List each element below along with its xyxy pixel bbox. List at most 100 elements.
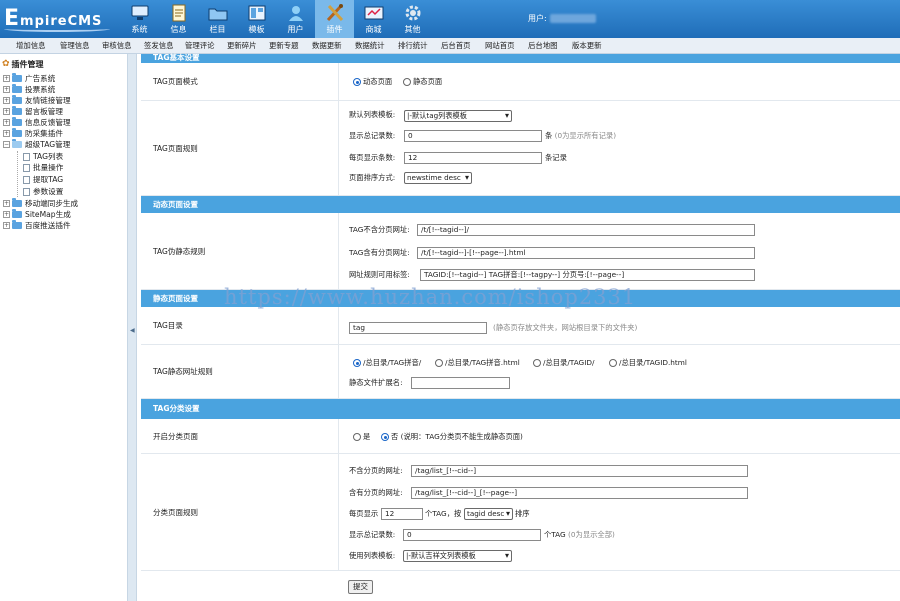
url-tags-input[interactable]: TAGID:[!--tagid--] TAG拼音:[!--tagpy--] 分页…: [420, 269, 755, 281]
sidebar-item-feedback[interactable]: + 信息反馈管理: [3, 117, 71, 128]
sidebar-item-supertag[interactable]: − 超级TAG管理: [3, 139, 70, 150]
shop-icon: [354, 2, 393, 24]
nav-shop[interactable]: 商城: [354, 0, 393, 38]
cat-nopage-input[interactable]: /tag/list_[!--cid--]: [411, 465, 748, 477]
static-rule-opt2[interactable]: /总目录/TAG拼音.html: [435, 358, 520, 368]
nav-column[interactable]: 栏目: [198, 0, 237, 38]
topmenu-item[interactable]: 网站首页: [485, 38, 528, 54]
default-template-select[interactable]: |-默认tag列表模板: [404, 110, 512, 122]
topmenu-item[interactable]: 后台地图: [528, 38, 572, 54]
mode-static-radio[interactable]: 静态页面: [403, 77, 442, 87]
topmenu-item[interactable]: 签发信息: [144, 38, 185, 54]
topmenu-item[interactable]: 排行统计: [398, 38, 441, 54]
radio-unchecked[interactable]: [403, 78, 411, 86]
page-url-input[interactable]: /t/[!--tagid--]-[!--page--].html: [417, 247, 755, 259]
category-yes-radio[interactable]: 是: [353, 432, 370, 442]
radio-unchecked[interactable]: [533, 359, 541, 367]
folder-icon: [12, 117, 22, 126]
static-rule-opt4[interactable]: /总目录/TAGID.html: [609, 358, 687, 368]
topmenu-item[interactable]: 后台首页: [441, 38, 485, 54]
sidebar-subitem-taglist[interactable]: TAG列表: [23, 151, 63, 162]
app-window: EmpireCMS 系统 信息 栏目 模板 用户 插件 商城 其他 用户: 增加…: [0, 0, 900, 601]
radio-checked[interactable]: [381, 433, 389, 441]
category-no-radio[interactable]: 否 (说明：TAG分类页不能生成静态页面): [381, 432, 523, 442]
topmenu-item[interactable]: 数据更新: [312, 38, 355, 54]
expand-icon[interactable]: +: [3, 75, 10, 82]
submit-button[interactable]: 提交: [348, 580, 373, 594]
sidebar-item-vote[interactable]: + 投票系统: [3, 84, 55, 95]
nav-system[interactable]: 系统: [120, 0, 159, 38]
topmenu-item[interactable]: 版本更新: [572, 38, 616, 54]
radio-label: 动态页面: [363, 77, 393, 86]
gear-icon: [393, 2, 432, 24]
cat-sort-select[interactable]: tagid desc: [464, 508, 513, 520]
nav-plugin[interactable]: 插件: [315, 0, 354, 38]
expand-icon[interactable]: +: [3, 200, 10, 207]
template-icon: [237, 2, 276, 24]
topmenu-item[interactable]: 管理信息: [60, 38, 102, 54]
cat-page-input[interactable]: /tag/list_[!--cid--]_[!--page--]: [411, 487, 748, 499]
tag-dir-input[interactable]: tag: [349, 322, 487, 334]
sort-select[interactable]: newstime desc: [404, 172, 472, 184]
collapse-arrow-icon[interactable]: ◀: [130, 327, 135, 334]
expand-icon[interactable]: +: [3, 130, 10, 137]
nav-info[interactable]: 信息: [159, 0, 198, 38]
total-count-input[interactable]: 0: [404, 130, 542, 142]
static-rule-opt1[interactable]: /总目录/TAG拼音/: [353, 358, 421, 368]
expand-icon[interactable]: +: [3, 211, 10, 218]
nav-user[interactable]: 用户: [276, 0, 315, 38]
sidebar-root[interactable]: ✿ 插件管理: [2, 58, 44, 70]
sidebar-item-sitemap[interactable]: + SiteMap生成: [3, 209, 71, 220]
radio-unchecked[interactable]: [435, 359, 443, 367]
expand-icon[interactable]: +: [3, 119, 10, 126]
expand-icon[interactable]: +: [3, 108, 10, 115]
nav-other[interactable]: 其他: [393, 0, 432, 38]
sidebar-item-label: 广告系统: [25, 74, 56, 83]
topmenu-item[interactable]: 更新专题: [269, 38, 312, 54]
nav-template-label: 模板: [248, 25, 265, 34]
sidebar-subitem-batch[interactable]: 批量操作: [23, 162, 63, 173]
sidebar-subitem-settings[interactable]: 参数设置: [23, 186, 63, 197]
tag-dir-hint: (静态页存放文件夹，网站根目录下的文件夹): [493, 323, 638, 332]
cat-count-hint: (0为显示全部): [568, 530, 615, 539]
sidebar-item-label: 移动端同步生成: [25, 199, 79, 208]
topmenu-item[interactable]: 数据统计: [355, 38, 398, 54]
topmenu-item[interactable]: 增加信息: [16, 38, 60, 54]
sidebar-subitem-label: 提取TAG: [33, 175, 64, 184]
cat-template-select[interactable]: |-默认吉祥文列表模板: [403, 550, 512, 562]
sidebar-subitem-label: TAG列表: [33, 152, 64, 161]
ext-input[interactable]: [411, 377, 510, 389]
sidebar-item-anticollect[interactable]: + 防采集插件: [3, 128, 63, 139]
sidebar-item-links[interactable]: + 友情链接管理: [3, 95, 71, 106]
nav-template[interactable]: 模板: [237, 0, 276, 38]
nopage-url-input[interactable]: /t/[!--tagid--]/: [417, 224, 755, 236]
radio-checked[interactable]: [353, 78, 361, 86]
sidebar-item-guestbook[interactable]: + 留言板管理: [3, 106, 63, 117]
expand-icon[interactable]: +: [3, 222, 10, 229]
cat-count-input[interactable]: 0: [403, 529, 541, 541]
per-page-label: 每页显示条数:: [349, 153, 396, 162]
radio-unchecked[interactable]: [609, 359, 617, 367]
topmenu-item[interactable]: 管理评论: [185, 38, 227, 54]
topmenu-item[interactable]: 审核信息: [102, 38, 144, 54]
topmenu-item[interactable]: 更新碎片: [227, 38, 269, 54]
expand-icon[interactable]: +: [3, 97, 10, 104]
sidebar-item-label: 超级TAG管理: [25, 140, 71, 149]
sidebar-subitem-extract[interactable]: 提取TAG: [23, 174, 63, 185]
mode-dynamic-radio[interactable]: 动态页面: [353, 77, 392, 87]
cat-per-input[interactable]: 12: [381, 508, 423, 520]
per-page-input[interactable]: 12: [404, 152, 542, 164]
static-rule-opt3[interactable]: /总目录/TAGID/: [533, 358, 594, 368]
sidebar-splitter[interactable]: ◀: [127, 54, 137, 601]
sort-label: 页面排序方式:: [349, 173, 396, 182]
collapse-icon[interactable]: −: [3, 141, 10, 148]
expand-icon[interactable]: +: [3, 86, 10, 93]
cat-count-unit: 个TAG (0为显示全部): [544, 530, 615, 540]
radio-checked[interactable]: [353, 359, 361, 367]
sidebar-item-ads[interactable]: + 广告系统: [3, 73, 55, 84]
sidebar-item-baidupush[interactable]: + 百度推送插件: [3, 220, 71, 231]
radio-unchecked[interactable]: [353, 433, 361, 441]
cat-count-unit-text: 个TAG: [544, 530, 566, 539]
notepad-icon: [159, 2, 198, 24]
sidebar-item-mobile[interactable]: + 移动端同步生成: [3, 198, 78, 209]
